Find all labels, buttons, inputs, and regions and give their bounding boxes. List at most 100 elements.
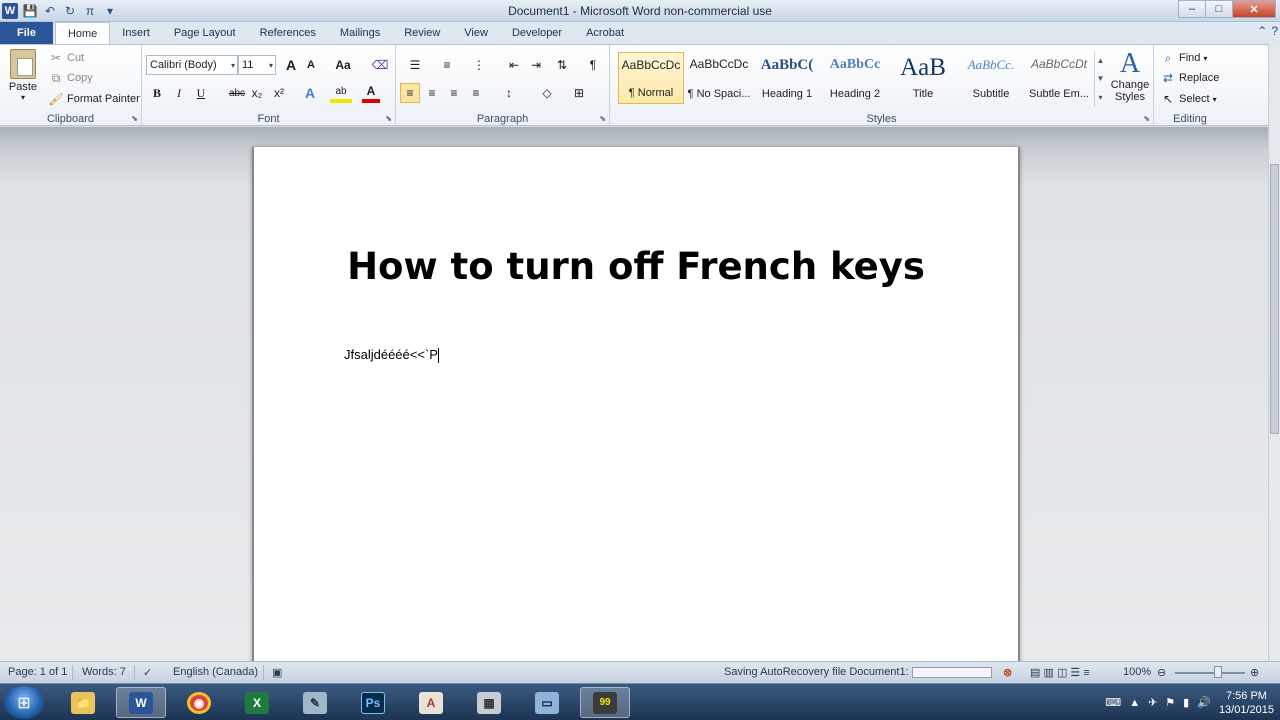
clock[interactable]: 7:56 PM 13/01/2015 [1219, 689, 1274, 717]
document-body-text[interactable]: Jfsaljdéééé<<`P [344, 347, 439, 364]
help-icon[interactable]: ? [1271, 24, 1278, 38]
tab-insert[interactable]: Insert [110, 22, 162, 44]
volume-icon[interactable]: 🔊 [1197, 696, 1211, 709]
tab-developer[interactable]: Developer [500, 22, 574, 44]
minimize-button[interactable]: – [1178, 0, 1206, 18]
clipboard-launcher-icon[interactable]: ⬊ [131, 114, 138, 123]
increase-indent-icon[interactable]: ⇥ [526, 55, 546, 75]
full-screen-reading-icon[interactable]: ▥ [1043, 667, 1053, 679]
zoom-level[interactable]: 100% [1123, 666, 1151, 678]
style-title[interactable]: AaB Title [890, 52, 956, 104]
network-icon[interactable]: ▮ [1183, 696, 1189, 709]
copy-button[interactable]: ⧉ Copy [48, 69, 93, 87]
strikethrough-button[interactable]: abc [226, 83, 248, 103]
language-indicator[interactable]: English (Canada) [173, 666, 258, 678]
sort-icon[interactable]: ⇅ [552, 55, 572, 75]
line-spacing-icon[interactable]: ↕ [496, 83, 522, 103]
underline-button[interactable]: U [192, 83, 210, 103]
change-case-button[interactable]: Aa [330, 55, 356, 75]
print-layout-view-icon[interactable]: ▤ [1030, 667, 1040, 679]
vertical-scrollbar[interactable] [1268, 44, 1280, 661]
justify-icon[interactable]: ≡ [466, 83, 486, 103]
document-page[interactable]: How to turn off French keys Jfsaljdéééé<… [252, 147, 1020, 667]
tab-references[interactable]: References [248, 22, 328, 44]
zoom-slider[interactable] [1175, 672, 1245, 674]
draft-view-icon[interactable]: ≡ [1083, 667, 1089, 679]
font-family-select[interactable]: Calibri (Body) ▾ [146, 55, 238, 75]
taskbar-chrome[interactable]: ◉ [174, 687, 224, 718]
proofing-icon[interactable]: ✓ [143, 666, 152, 679]
style-heading-2[interactable]: AaBbCc Heading 2 [822, 52, 888, 104]
style-subtitle[interactable]: AaBbCc. Subtitle [958, 52, 1024, 104]
cancel-save-icon[interactable]: ⊗ [1003, 666, 1012, 679]
tab-acrobat[interactable]: Acrobat [574, 22, 636, 44]
style-normal[interactable]: AaBbCcDc ¶ Normal [618, 52, 684, 104]
align-right-icon[interactable]: ≡ [444, 83, 464, 103]
tab-review[interactable]: Review [392, 22, 452, 44]
find-button[interactable]: ⌕ Find ▾ [1160, 49, 1208, 67]
format-painter-button[interactable]: 🖌 Format Painter [48, 90, 139, 108]
numbering-icon[interactable]: ≡ [434, 55, 460, 75]
superscript-button[interactable]: x² [270, 83, 288, 103]
zoom-out-icon[interactable]: ⊖ [1157, 666, 1166, 679]
font-launcher-icon[interactable]: ⬊ [385, 114, 392, 123]
cut-button[interactable]: ✂ Cut [48, 49, 84, 67]
taskbar-screen-capture[interactable]: ▭ [522, 687, 572, 718]
scroll-up-icon[interactable]: ▲ [1097, 56, 1105, 65]
more-styles-icon[interactable]: ▾ [1098, 93, 1102, 102]
taskbar-recorder[interactable]: 99 [580, 687, 630, 718]
taskbar-word[interactable]: W [116, 687, 166, 718]
decrease-indent-icon[interactable]: ⇤ [504, 55, 524, 75]
taskbar-excel[interactable]: X [232, 687, 282, 718]
replace-button[interactable]: ⇄ Replace [1160, 69, 1219, 87]
font-color-button[interactable]: A [362, 83, 380, 103]
web-layout-icon[interactable]: ◫ [1057, 667, 1067, 679]
subscript-button[interactable]: x₂ [248, 83, 266, 103]
grow-font-button[interactable]: A [282, 55, 300, 75]
shading-icon[interactable]: ◇ [534, 83, 560, 103]
show-hidden-icons-icon[interactable]: ▲ [1129, 697, 1140, 709]
zoom-in-icon[interactable]: ⊕ [1250, 666, 1259, 679]
italic-button[interactable]: I [170, 83, 188, 103]
document-heading[interactable]: How to turn off French keys [254, 245, 1018, 288]
taskbar-photoshop[interactable]: Ps [348, 687, 398, 718]
shrink-font-button[interactable]: A [302, 55, 320, 75]
styles-launcher-icon[interactable]: ⬊ [1143, 114, 1150, 123]
keyboard-icon[interactable]: ⌨ [1105, 696, 1121, 709]
paragraph-launcher-icon[interactable]: ⬊ [599, 114, 606, 123]
word-count[interactable]: Words: 7 [82, 666, 126, 678]
scrollbar-thumb[interactable] [1270, 164, 1279, 434]
font-size-select[interactable]: 11 ▾ [238, 55, 276, 75]
tab-home[interactable]: Home [54, 22, 111, 44]
taskbar-access[interactable]: A [406, 687, 456, 718]
taskbar-calculator[interactable]: ▦ [464, 687, 514, 718]
pin-icon[interactable]: ✈ [1148, 696, 1157, 709]
tab-page-layout[interactable]: Page Layout [162, 22, 248, 44]
borders-icon[interactable]: ⊞ [566, 83, 592, 103]
start-button[interactable]: ⊞ [4, 686, 44, 719]
bullets-icon[interactable]: ☰ [402, 55, 428, 75]
clear-formatting-icon[interactable]: ⌫ [370, 55, 390, 75]
maximize-button[interactable]: □ [1205, 0, 1233, 18]
paste-dropdown-icon[interactable]: ▾ [6, 93, 40, 102]
text-highlight-button[interactable]: ab [330, 83, 352, 103]
macro-recording-icon[interactable]: ▣ [272, 666, 282, 679]
align-center-icon[interactable]: ≡ [422, 83, 442, 103]
show-formatting-button[interactable]: ¶ [584, 55, 602, 75]
action-center-icon[interactable]: ⚑ [1165, 696, 1175, 709]
minimize-ribbon-icon[interactable]: ⌃ [1257, 24, 1267, 38]
tab-file[interactable]: File [0, 22, 53, 44]
scroll-down-icon[interactable]: ▼ [1097, 74, 1105, 83]
page-count[interactable]: Page: 1 of 1 [8, 666, 67, 678]
outline-view-icon[interactable]: ☰ [1070, 667, 1080, 679]
close-button[interactable]: ✕ [1232, 0, 1276, 18]
style-subtle-emphasis[interactable]: AaBbCcDt Subtle Em... [1026, 52, 1092, 104]
tab-view[interactable]: View [452, 22, 500, 44]
zoom-slider-thumb[interactable] [1214, 666, 1222, 678]
paste-button[interactable]: Paste ▾ [6, 49, 40, 102]
tab-mailings[interactable]: Mailings [328, 22, 392, 44]
select-button[interactable]: ↖ Select ▾ [1160, 90, 1217, 108]
multilevel-list-icon[interactable]: ⋮ [466, 55, 492, 75]
change-styles-button[interactable]: A Change Styles [1108, 49, 1152, 104]
bold-button[interactable]: B [148, 83, 166, 103]
